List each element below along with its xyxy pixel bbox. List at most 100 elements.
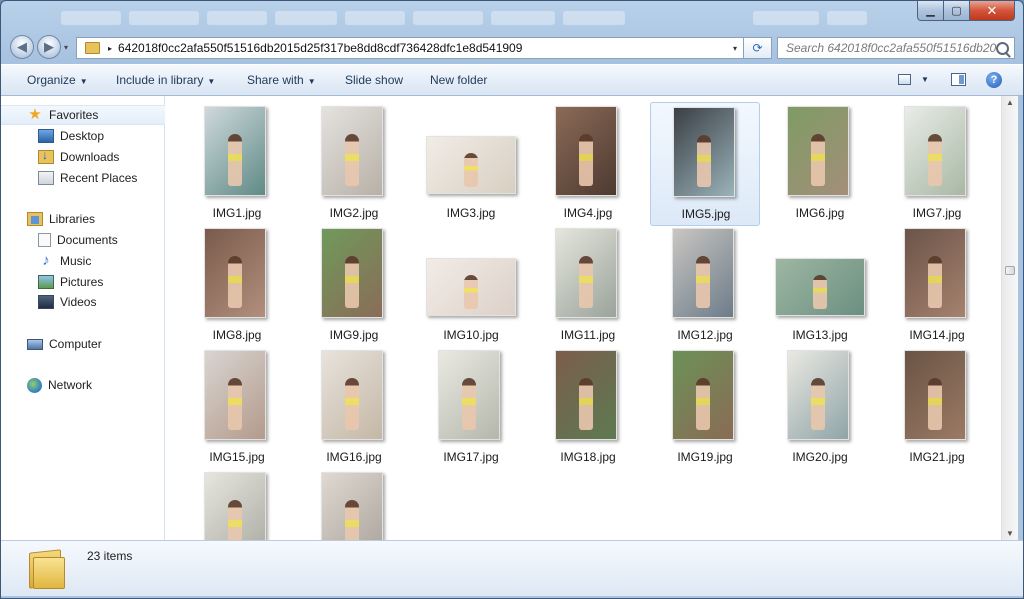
organize-button[interactable]: Organize ▼ bbox=[27, 73, 88, 87]
file-name[interactable]: IMG15.jpg bbox=[182, 450, 292, 464]
file-tile[interactable]: IMG16.jpg bbox=[299, 346, 409, 470]
view-options-dropdown[interactable]: ▼ bbox=[921, 75, 929, 84]
scrollbar-thumb[interactable] bbox=[1005, 266, 1015, 275]
file-tile[interactable]: IMG10.jpg bbox=[416, 224, 526, 348]
image-thumbnail[interactable] bbox=[426, 136, 516, 194]
file-tile[interactable]: IMG2.jpg bbox=[299, 102, 409, 226]
minimize-button[interactable]: ▁ bbox=[917, 1, 944, 21]
file-tile[interactable]: IMG7.jpg bbox=[882, 102, 992, 226]
file-tile[interactable]: IMG19.jpg bbox=[650, 346, 760, 470]
image-thumbnail[interactable] bbox=[555, 350, 617, 440]
image-thumbnail[interactable] bbox=[672, 228, 734, 318]
file-tile[interactable]: IMG8.jpg bbox=[182, 224, 292, 348]
include-in-library-button[interactable]: Include in library ▼ bbox=[116, 73, 215, 87]
search-icon[interactable] bbox=[996, 42, 1009, 55]
file-name[interactable]: IMG14.jpg bbox=[882, 328, 992, 342]
file-tile[interactable]: IMG21.jpg bbox=[882, 346, 992, 470]
slide-show-button[interactable]: Slide show bbox=[345, 73, 403, 87]
image-thumbnail[interactable] bbox=[321, 472, 383, 540]
image-thumbnail[interactable] bbox=[321, 106, 383, 196]
file-tile[interactable]: IMG18.jpg bbox=[533, 346, 643, 470]
image-thumbnail[interactable] bbox=[787, 106, 849, 196]
file-tile[interactable]: IMG9.jpg bbox=[299, 224, 409, 348]
search-input[interactable] bbox=[784, 40, 998, 56]
file-name[interactable]: IMG4.jpg bbox=[533, 206, 643, 220]
back-button[interactable]: ◀ bbox=[10, 35, 34, 59]
change-view-icon[interactable] bbox=[898, 74, 911, 85]
address-dropdown-icon[interactable]: ▾ bbox=[733, 44, 737, 53]
refresh-button[interactable]: ⟳ bbox=[744, 37, 772, 59]
file-tile[interactable]: IMG6.jpg bbox=[765, 102, 875, 226]
file-name[interactable]: IMG20.jpg bbox=[765, 450, 875, 464]
file-name[interactable]: IMG7.jpg bbox=[882, 206, 992, 220]
preview-pane-icon[interactable] bbox=[951, 73, 966, 86]
file-name[interactable]: IMG5.jpg bbox=[651, 207, 761, 221]
nav-computer[interactable]: Computer bbox=[1, 334, 191, 354]
file-name[interactable]: IMG13.jpg bbox=[765, 328, 875, 342]
image-thumbnail[interactable] bbox=[321, 228, 383, 318]
image-thumbnail[interactable] bbox=[204, 228, 266, 318]
image-thumbnail[interactable] bbox=[555, 106, 617, 196]
new-folder-button[interactable]: New folder bbox=[430, 73, 487, 87]
file-tile[interactable]: IMG20.jpg bbox=[765, 346, 875, 470]
image-thumbnail[interactable] bbox=[555, 228, 617, 318]
help-icon[interactable]: ? bbox=[986, 72, 1002, 88]
image-thumbnail[interactable] bbox=[904, 106, 966, 196]
image-thumbnail[interactable] bbox=[672, 350, 734, 440]
file-tile[interactable]: IMG12.jpg bbox=[650, 224, 760, 348]
file-name[interactable]: IMG16.jpg bbox=[299, 450, 409, 464]
file-view[interactable]: IMG1.jpg IMG2.jpg IMG3.jpg IMG4.jpg IMG5.jpg… bbox=[165, 96, 1001, 540]
vertical-scrollbar[interactable]: ▲ ▼ bbox=[1001, 96, 1018, 540]
file-tile[interactable]: IMG23.jpg bbox=[299, 468, 409, 540]
image-thumbnail[interactable] bbox=[321, 350, 383, 440]
search-box[interactable] bbox=[777, 37, 1015, 59]
breadcrumb-chevron-icon[interactable]: ▸ bbox=[108, 44, 112, 53]
image-thumbnail[interactable] bbox=[787, 350, 849, 440]
file-tile[interactable]: IMG15.jpg bbox=[182, 346, 292, 470]
file-name[interactable]: IMG9.jpg bbox=[299, 328, 409, 342]
file-tile[interactable]: IMG14.jpg bbox=[882, 224, 992, 348]
nav-favorites[interactable]: ★ Favorites bbox=[1, 105, 165, 125]
file-name[interactable]: IMG10.jpg bbox=[416, 328, 526, 342]
file-tile[interactable]: IMG1.jpg bbox=[182, 102, 292, 226]
image-thumbnail[interactable] bbox=[904, 350, 966, 440]
file-tile[interactable]: IMG22.jpg bbox=[182, 468, 292, 540]
image-thumbnail[interactable] bbox=[775, 258, 865, 316]
address-path[interactable]: 642018f0cc2afa550f51516db2015d25f317be8d… bbox=[118, 41, 522, 55]
title-bar[interactable]: ▁ ▢ ✕ bbox=[1, 1, 1023, 31]
scroll-down-icon[interactable]: ▼ bbox=[1006, 529, 1014, 538]
file-name[interactable]: IMG17.jpg bbox=[416, 450, 526, 464]
file-name[interactable]: IMG3.jpg bbox=[416, 206, 526, 220]
file-tile[interactable]: IMG11.jpg bbox=[533, 224, 643, 348]
nav-network[interactable]: Network bbox=[1, 375, 191, 395]
forward-button[interactable]: ▶ bbox=[37, 35, 61, 59]
file-name[interactable]: IMG11.jpg bbox=[533, 328, 643, 342]
recent-pages-dropdown[interactable]: ▾ bbox=[64, 43, 68, 52]
image-thumbnail[interactable] bbox=[204, 350, 266, 440]
file-tile[interactable]: IMG5.jpg bbox=[650, 102, 760, 226]
file-tile[interactable]: IMG17.jpg bbox=[416, 346, 526, 470]
file-name[interactable]: IMG8.jpg bbox=[182, 328, 292, 342]
image-thumbnail[interactable] bbox=[204, 106, 266, 196]
file-name[interactable]: IMG21.jpg bbox=[882, 450, 992, 464]
scroll-up-icon[interactable]: ▲ bbox=[1006, 98, 1014, 107]
image-thumbnail[interactable] bbox=[673, 107, 735, 197]
image-thumbnail[interactable] bbox=[426, 258, 516, 316]
file-name[interactable]: IMG2.jpg bbox=[299, 206, 409, 220]
file-tile[interactable]: IMG3.jpg bbox=[416, 102, 526, 226]
image-thumbnail[interactable] bbox=[204, 472, 266, 540]
maximize-button[interactable]: ▢ bbox=[943, 1, 970, 21]
address-bar[interactable]: ▸ 642018f0cc2afa550f51516db2015d25f317be… bbox=[76, 37, 744, 59]
file-name[interactable]: IMG6.jpg bbox=[765, 206, 875, 220]
file-name[interactable]: IMG18.jpg bbox=[533, 450, 643, 464]
image-thumbnail[interactable] bbox=[438, 350, 500, 440]
file-name[interactable]: IMG1.jpg bbox=[182, 206, 292, 220]
nav-libraries[interactable]: Libraries bbox=[1, 209, 191, 229]
file-tile[interactable]: IMG13.jpg bbox=[765, 224, 875, 348]
file-tile[interactable]: IMG4.jpg bbox=[533, 102, 643, 226]
file-name[interactable]: IMG12.jpg bbox=[650, 328, 760, 342]
close-button[interactable]: ✕ bbox=[969, 1, 1015, 21]
share-with-button[interactable]: Share with ▼ bbox=[247, 73, 316, 87]
file-name[interactable]: IMG19.jpg bbox=[650, 450, 760, 464]
image-thumbnail[interactable] bbox=[904, 228, 966, 318]
